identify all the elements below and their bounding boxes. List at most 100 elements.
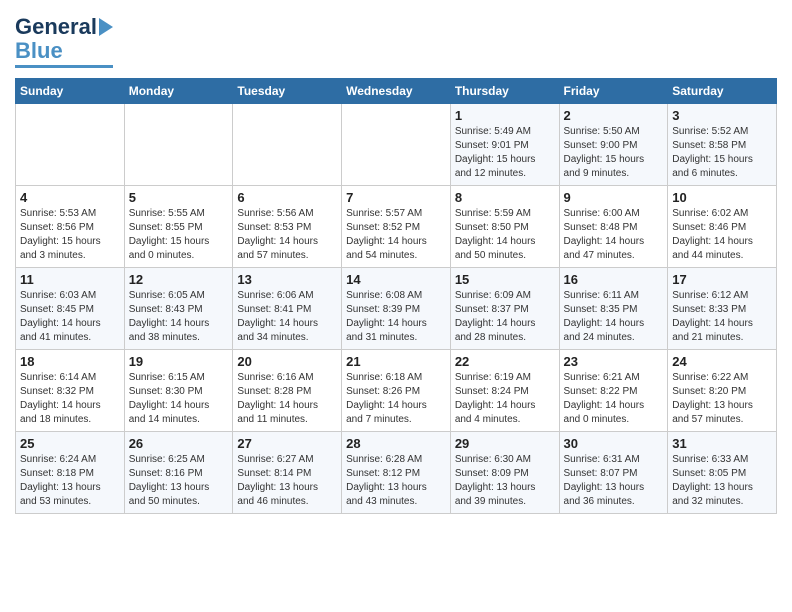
logo-underline	[15, 65, 113, 68]
day-number: 16	[564, 272, 664, 287]
calendar-cell	[342, 104, 451, 186]
calendar-table: SundayMondayTuesdayWednesdayThursdayFrid…	[15, 78, 777, 514]
calendar-cell: 31 Sunrise: 6:33 AM Sunset: 8:05 PM Dayli…	[668, 432, 777, 514]
day-number: 24	[672, 354, 772, 369]
calendar-cell: 7Sunrise: 5:57 AM Sunset: 8:52 PM Daylig…	[342, 186, 451, 268]
day-info: Sunrise: 6:14 AM Sunset: 8:32 PM Dayligh…	[20, 371, 120, 427]
day-of-week-tuesday: Tuesday	[233, 79, 342, 104]
day-number: 27	[237, 436, 337, 451]
calendar-week-2: 4 Sunrise: 5:53 AM Sunset: 8:56 PM Daylig…	[16, 186, 777, 268]
calendar-cell: 27 Sunrise: 6:27 AM Sunset: 8:14 PM Dayli…	[233, 432, 342, 514]
calendar-cell: 28Sunrise: 6:28 AM Sunset: 8:12 PM Dayli…	[342, 432, 451, 514]
day-number: 1	[455, 108, 555, 123]
calendar-cell: 18 Sunrise: 6:14 AM Sunset: 8:32 PM Dayli…	[16, 350, 125, 432]
day-number: 15	[455, 272, 555, 287]
calendar-cell: 10 Sunrise: 6:02 AM Sunset: 8:46 PM Dayli…	[668, 186, 777, 268]
day-number: 11	[20, 272, 120, 287]
calendar-cell: 21Sunrise: 6:18 AM Sunset: 8:26 PM Dayli…	[342, 350, 451, 432]
calendar-cell: 1 Sunrise: 5:49 AM Sunset: 9:01 PM Daylig…	[450, 104, 559, 186]
day-info: Sunrise: 6:00 AM Sunset: 8:48 PM Dayligh…	[564, 207, 664, 263]
calendar-cell: 22 Sunrise: 6:19 AM Sunset: 8:24 PM Dayli…	[450, 350, 559, 432]
calendar-week-5: 25 Sunrise: 6:24 AM Sunset: 8:18 PM Dayli…	[16, 432, 777, 514]
calendar-cell: 25 Sunrise: 6:24 AM Sunset: 8:18 PM Dayli…	[16, 432, 125, 514]
calendar-cell: 17Sunrise: 6:12 AM Sunset: 8:33 PM Dayli…	[668, 268, 777, 350]
calendar-week-3: 11Sunrise: 6:03 AM Sunset: 8:45 PM Dayli…	[16, 268, 777, 350]
day-info: Sunrise: 6:21 AM Sunset: 8:22 PM Dayligh…	[564, 371, 664, 427]
day-info: Sunrise: 6:06 AM Sunset: 8:41 PM Dayligh…	[237, 289, 337, 345]
logo: General Blue	[15, 15, 113, 68]
day-info: Sunrise: 6:30 AM Sunset: 8:09 PM Dayligh…	[455, 453, 555, 509]
calendar-cell: 29 Sunrise: 6:30 AM Sunset: 8:09 PM Dayli…	[450, 432, 559, 514]
day-of-week-wednesday: Wednesday	[342, 79, 451, 104]
calendar-cell: 3Sunrise: 5:52 AM Sunset: 8:58 PM Daylig…	[668, 104, 777, 186]
calendar-cell: 23 Sunrise: 6:21 AM Sunset: 8:22 PM Dayli…	[559, 350, 668, 432]
day-info: Sunrise: 6:19 AM Sunset: 8:24 PM Dayligh…	[455, 371, 555, 427]
day-info: Sunrise: 5:56 AM Sunset: 8:53 PM Dayligh…	[237, 207, 337, 263]
day-number: 2	[564, 108, 664, 123]
calendar-week-4: 18 Sunrise: 6:14 AM Sunset: 8:32 PM Dayli…	[16, 350, 777, 432]
day-number: 23	[564, 354, 664, 369]
calendar-cell: 24Sunrise: 6:22 AM Sunset: 8:20 PM Dayli…	[668, 350, 777, 432]
day-info: Sunrise: 6:15 AM Sunset: 8:30 PM Dayligh…	[129, 371, 229, 427]
calendar-cell: 16Sunrise: 6:11 AM Sunset: 8:35 PM Dayli…	[559, 268, 668, 350]
logo-text-blue: Blue	[15, 39, 63, 63]
day-of-week-saturday: Saturday	[668, 79, 777, 104]
calendar-cell	[16, 104, 125, 186]
day-number: 18	[20, 354, 120, 369]
day-info: Sunrise: 6:12 AM Sunset: 8:33 PM Dayligh…	[672, 289, 772, 345]
calendar-cell: 5 Sunrise: 5:55 AM Sunset: 8:55 PM Daylig…	[124, 186, 233, 268]
calendar-cell: 12Sunrise: 6:05 AM Sunset: 8:43 PM Dayli…	[124, 268, 233, 350]
day-info: Sunrise: 6:09 AM Sunset: 8:37 PM Dayligh…	[455, 289, 555, 345]
calendar-cell: 11Sunrise: 6:03 AM Sunset: 8:45 PM Dayli…	[16, 268, 125, 350]
day-number: 8	[455, 190, 555, 205]
day-info: Sunrise: 5:59 AM Sunset: 8:50 PM Dayligh…	[455, 207, 555, 263]
day-info: Sunrise: 5:49 AM Sunset: 9:01 PM Dayligh…	[455, 125, 555, 181]
day-info: Sunrise: 6:33 AM Sunset: 8:05 PM Dayligh…	[672, 453, 772, 509]
day-of-week-friday: Friday	[559, 79, 668, 104]
page-header: General Blue	[15, 15, 777, 68]
day-number: 9	[564, 190, 664, 205]
day-number: 10	[672, 190, 772, 205]
calendar-cell: 14 Sunrise: 6:08 AM Sunset: 8:39 PM Dayli…	[342, 268, 451, 350]
calendar-cell	[233, 104, 342, 186]
calendar-cell: 4 Sunrise: 5:53 AM Sunset: 8:56 PM Daylig…	[16, 186, 125, 268]
day-info: Sunrise: 5:57 AM Sunset: 8:52 PM Dayligh…	[346, 207, 446, 263]
day-info: Sunrise: 6:25 AM Sunset: 8:16 PM Dayligh…	[129, 453, 229, 509]
day-info: Sunrise: 6:27 AM Sunset: 8:14 PM Dayligh…	[237, 453, 337, 509]
calendar-cell: 8 Sunrise: 5:59 AM Sunset: 8:50 PM Daylig…	[450, 186, 559, 268]
day-number: 29	[455, 436, 555, 451]
day-number: 6	[237, 190, 337, 205]
day-number: 14	[346, 272, 446, 287]
day-info: Sunrise: 6:31 AM Sunset: 8:07 PM Dayligh…	[564, 453, 664, 509]
day-info: Sunrise: 6:28 AM Sunset: 8:12 PM Dayligh…	[346, 453, 446, 509]
day-number: 13	[237, 272, 337, 287]
calendar-cell: 6 Sunrise: 5:56 AM Sunset: 8:53 PM Daylig…	[233, 186, 342, 268]
day-info: Sunrise: 5:52 AM Sunset: 8:58 PM Dayligh…	[672, 125, 772, 181]
calendar-cell: 9 Sunrise: 6:00 AM Sunset: 8:48 PM Daylig…	[559, 186, 668, 268]
day-number: 25	[20, 436, 120, 451]
calendar-cell: 13 Sunrise: 6:06 AM Sunset: 8:41 PM Dayli…	[233, 268, 342, 350]
day-number: 5	[129, 190, 229, 205]
day-info: Sunrise: 6:05 AM Sunset: 8:43 PM Dayligh…	[129, 289, 229, 345]
day-info: Sunrise: 6:24 AM Sunset: 8:18 PM Dayligh…	[20, 453, 120, 509]
day-number: 19	[129, 354, 229, 369]
day-info: Sunrise: 5:53 AM Sunset: 8:56 PM Dayligh…	[20, 207, 120, 263]
day-number: 31	[672, 436, 772, 451]
day-info: Sunrise: 5:55 AM Sunset: 8:55 PM Dayligh…	[129, 207, 229, 263]
day-of-week-sunday: Sunday	[16, 79, 125, 104]
day-of-week-monday: Monday	[124, 79, 233, 104]
day-of-week-thursday: Thursday	[450, 79, 559, 104]
calendar-cell: 2Sunrise: 5:50 AM Sunset: 9:00 PM Daylig…	[559, 104, 668, 186]
logo-text-general: General	[15, 15, 97, 39]
logo-arrow-icon	[99, 18, 113, 36]
calendar-cell	[124, 104, 233, 186]
day-number: 22	[455, 354, 555, 369]
calendar-cell: 19 Sunrise: 6:15 AM Sunset: 8:30 PM Dayli…	[124, 350, 233, 432]
day-number: 4	[20, 190, 120, 205]
day-info: Sunrise: 6:16 AM Sunset: 8:28 PM Dayligh…	[237, 371, 337, 427]
day-number: 21	[346, 354, 446, 369]
day-number: 30	[564, 436, 664, 451]
day-info: Sunrise: 6:08 AM Sunset: 8:39 PM Dayligh…	[346, 289, 446, 345]
day-info: Sunrise: 6:02 AM Sunset: 8:46 PM Dayligh…	[672, 207, 772, 263]
day-number: 26	[129, 436, 229, 451]
